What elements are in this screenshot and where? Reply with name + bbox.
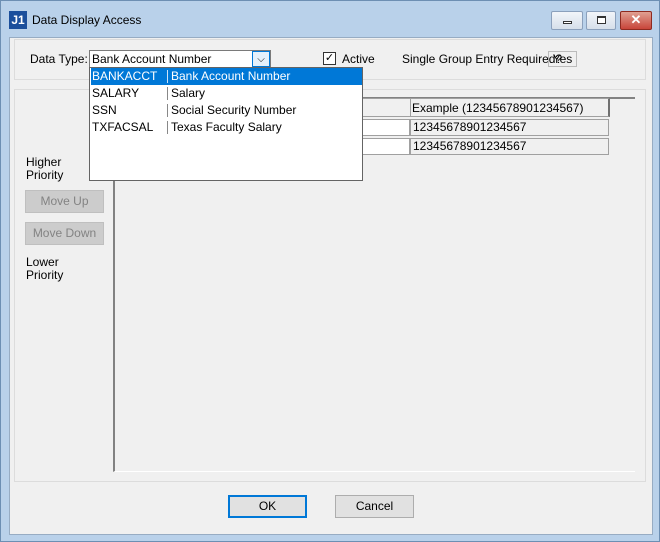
minimize-button[interactable] (551, 11, 583, 30)
grid-cell-example[interactable]: 12345678901234567 (410, 138, 609, 155)
active-label: Active (342, 52, 375, 66)
move-up-button[interactable]: Move Up (25, 190, 104, 213)
app-icon: J1 (9, 11, 27, 29)
option-desc: Social Security Number (171, 103, 297, 117)
data-type-combobox[interactable]: Bank Account Number ⌵ (89, 50, 271, 68)
option-code: BANKACCT (92, 69, 158, 83)
column-header: Example (12345678901234567) (412, 101, 584, 115)
option-code: SALARY (92, 86, 140, 100)
dropdown-option-salary[interactable]: SALARY Salary (91, 85, 362, 102)
grid-cell-example[interactable]: 12345678901234567 (410, 119, 609, 136)
maximize-button[interactable] (586, 11, 616, 30)
data-type-value: Bank Account Number (92, 52, 212, 66)
window-title: Data Display Access (32, 13, 142, 27)
option-code: SSN (92, 103, 117, 117)
chevron-down-icon: ⌵ (257, 54, 265, 65)
option-desc: Bank Account Number (171, 69, 291, 83)
data-type-label: Data Type: (30, 52, 88, 66)
dropdown-option-txfacsal[interactable]: TXFACSAL Texas Faculty Salary (91, 119, 362, 136)
dropdown-option-ssn[interactable]: SSN Social Security Number (91, 102, 362, 119)
single-group-value: Yes (548, 51, 577, 67)
option-desc: Salary (171, 86, 206, 100)
maximize-icon (597, 16, 606, 24)
dialog-window: J1 Data Display Access ✕ Data Type: Bank… (0, 0, 660, 542)
cancel-button[interactable]: Cancel (335, 495, 414, 518)
data-type-dropdown-list: BANKACCT Bank Account Number SALARY Salary… (89, 67, 363, 181)
combobox-dropdown-button[interactable]: ⌵ (252, 51, 270, 67)
option-code: TXFACSAL (92, 120, 154, 134)
option-desc: Texas Faculty Salary (171, 120, 282, 134)
dropdown-option-bankacct[interactable]: BANKACCT Bank Account Number (91, 68, 362, 85)
minimize-icon (563, 21, 572, 24)
check-icon: ✓ (324, 52, 335, 64)
close-icon: ✕ (630, 12, 642, 27)
higher-priority-label: Higher Priority (26, 155, 64, 182)
ok-button[interactable]: OK (228, 495, 307, 518)
single-group-label: Single Group Entry Required? (402, 52, 563, 66)
move-down-button[interactable]: Move Down (25, 222, 104, 245)
close-button[interactable]: ✕ (620, 11, 652, 30)
lower-priority-label: Lower Priority (26, 255, 64, 282)
active-checkbox[interactable]: ✓ (323, 52, 336, 65)
